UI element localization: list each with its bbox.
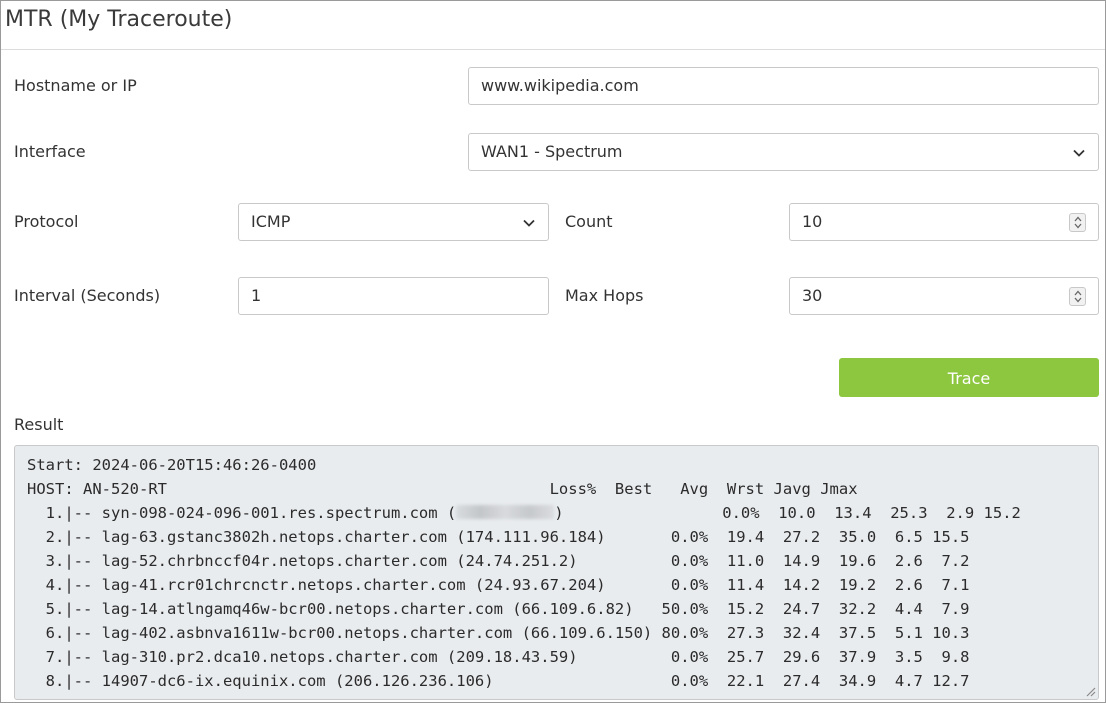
- hostname-value: www.wikipedia.com: [481, 76, 639, 95]
- spinner-down-icon[interactable]: [1074, 297, 1082, 303]
- interval-label: Interval (Seconds): [14, 286, 161, 305]
- max-hops-value: 30: [802, 286, 823, 305]
- spinner-up-icon[interactable]: [1074, 216, 1082, 222]
- resize-grip-icon[interactable]: [1084, 685, 1096, 697]
- result-row: 2.|-- lag-63.gstanc3802h.netops.charter.…: [27, 528, 970, 546]
- title-divider: [1, 49, 1105, 50]
- count-value: 10: [802, 212, 823, 231]
- result-row: 4.|-- lag-41.rcr01chrcnctr.netops.charte…: [27, 576, 970, 594]
- chevron-down-icon: [523, 219, 535, 227]
- result-label: Result: [14, 415, 64, 434]
- trace-button[interactable]: Trace: [839, 358, 1099, 397]
- max-hops-input[interactable]: 30: [789, 277, 1099, 315]
- redacted-ip: [456, 505, 555, 519]
- protocol-value: ICMP: [251, 212, 291, 231]
- max-hops-label: Max Hops: [565, 286, 644, 305]
- result-row: 1.|-- syn-098-024-096-001.res.spectrum.c…: [27, 504, 1021, 522]
- result-row: 8.|-- 14907-dc6-ix.equinix.com (206.126.…: [27, 672, 970, 690]
- hostname-input[interactable]: www.wikipedia.com: [468, 67, 1099, 105]
- interval-value: 1: [251, 286, 262, 305]
- count-input[interactable]: 10: [789, 203, 1099, 241]
- result-output: Start: 2024-06-20T15:46:26-0400 HOST: AN…: [15, 446, 1098, 693]
- interval-input[interactable]: 1: [238, 277, 549, 315]
- hostname-label: Hostname or IP: [14, 76, 137, 95]
- page-title: MTR (My Traceroute): [5, 7, 233, 32]
- result-row: 5.|-- lag-14.atlngamq46w-bcr00.netops.ch…: [27, 600, 970, 618]
- mtr-panel: MTR (My Traceroute) Hostname or IP www.w…: [0, 0, 1106, 703]
- spinner-up-icon[interactable]: [1074, 290, 1082, 296]
- spinner-icon[interactable]: [1069, 287, 1086, 306]
- chevron-down-icon: [1073, 149, 1085, 157]
- interface-label: Interface: [14, 142, 86, 161]
- result-start-line: Start: 2024-06-20T15:46:26-0400: [27, 456, 317, 474]
- protocol-select[interactable]: ICMP: [238, 203, 549, 241]
- result-header-line: HOST: AN-520-RT Loss% Best Avg Wrst Javg…: [27, 480, 858, 498]
- result-row: 7.|-- lag-310.pr2.dca10.netops.charter.c…: [27, 648, 970, 666]
- interface-select[interactable]: WAN1 - Spectrum: [468, 133, 1099, 171]
- spinner-icon[interactable]: [1069, 213, 1086, 232]
- spinner-down-icon[interactable]: [1074, 223, 1082, 229]
- result-row: 6.|-- lag-402.asbnva1611w-bcr00.netops.c…: [27, 624, 970, 642]
- result-textarea[interactable]: Start: 2024-06-20T15:46:26-0400 HOST: AN…: [14, 445, 1099, 700]
- result-row: 3.|-- lag-52.chrbnccf04r.netops.charter.…: [27, 552, 970, 570]
- interface-value: WAN1 - Spectrum: [481, 142, 623, 161]
- count-label: Count: [565, 212, 613, 231]
- protocol-label: Protocol: [14, 212, 79, 231]
